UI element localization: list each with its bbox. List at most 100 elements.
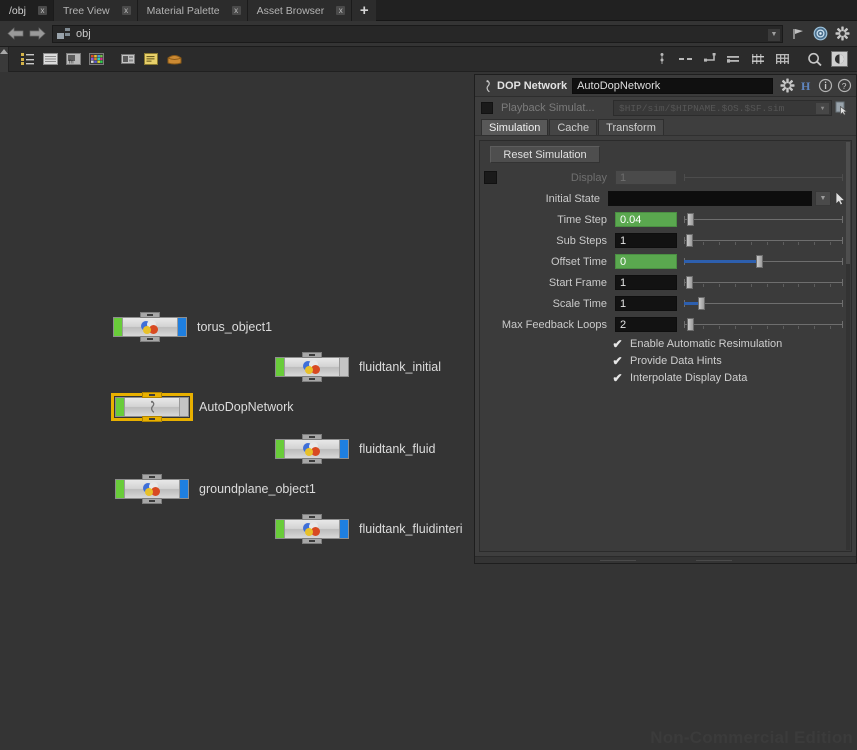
display-slider[interactable] xyxy=(684,170,843,185)
node-input-connector[interactable] xyxy=(302,514,322,520)
node-body[interactable] xyxy=(275,352,349,382)
gear-icon[interactable] xyxy=(778,77,797,95)
node-fluidtank-initial[interactable]: fluidtank_initial xyxy=(275,352,441,382)
path-dropdown-icon[interactable]: ▼ xyxy=(768,28,780,41)
toggle-interpolate-display-data[interactable]: ✔ Interpolate Display Data xyxy=(480,369,851,386)
node-input-connector[interactable] xyxy=(140,312,160,318)
node-display-flag[interactable] xyxy=(116,398,125,416)
max-feedback-loops-slider[interactable] xyxy=(684,317,843,332)
offset-time-slider[interactable] xyxy=(684,254,843,269)
node-fluidtank-fluidinterior[interactable]: fluidtank_fluidinteri xyxy=(275,514,463,544)
back-arrow-icon[interactable] xyxy=(4,24,26,44)
node-render-flag[interactable] xyxy=(177,318,186,336)
scale-time-slider[interactable] xyxy=(684,296,843,311)
node-body[interactable] xyxy=(115,474,189,504)
snapshot-icon[interactable]: fn xyxy=(63,50,83,69)
toggle-enable-automatic-resimulation[interactable]: ✔ Enable Automatic Resimulation xyxy=(480,335,851,352)
offset-time-input[interactable]: 0 xyxy=(615,254,677,269)
display-options-icon[interactable] xyxy=(829,50,849,69)
node-input-connector[interactable] xyxy=(142,392,162,398)
node-output-connector[interactable] xyxy=(302,538,322,544)
scale-time-input[interactable]: 1 xyxy=(615,296,677,311)
tab-transform[interactable]: Transform xyxy=(598,119,664,135)
node-render-flag[interactable] xyxy=(179,480,188,498)
time-step-input[interactable]: 0.04 xyxy=(615,212,677,227)
node-body[interactable] xyxy=(113,312,187,342)
color-palette-icon[interactable] xyxy=(86,50,106,69)
houdini-h-icon[interactable]: H xyxy=(797,77,816,95)
node-output-connector[interactable] xyxy=(140,336,160,342)
node-fluidtank-fluid[interactable]: fluidtank_fluid xyxy=(275,434,435,464)
node-input-connector[interactable] xyxy=(142,474,162,480)
node-body[interactable] xyxy=(275,434,349,464)
node-render-flag[interactable] xyxy=(179,398,188,416)
toggle-provide-data-hints[interactable]: ✔ Provide Data Hints xyxy=(480,352,851,369)
tab-close-icon[interactable]: x xyxy=(336,6,346,15)
tab-close-icon[interactable]: x xyxy=(231,6,241,15)
tab-obj[interactable]: /obj x xyxy=(0,0,54,21)
start-frame-slider[interactable] xyxy=(684,275,843,290)
tab-close-icon[interactable]: x xyxy=(37,6,47,15)
tab-simulation[interactable]: Simulation xyxy=(481,119,549,135)
toolbar-scroll-up[interactable] xyxy=(0,46,9,72)
node-groundplane-object1[interactable]: groundplane_object1 xyxy=(115,474,316,504)
node-dots-icon[interactable] xyxy=(652,50,672,69)
tab-close-icon[interactable]: x xyxy=(121,6,131,15)
gear-icon[interactable] xyxy=(831,24,853,44)
tab-tree-view[interactable]: Tree View x xyxy=(53,0,138,21)
chevron-down-icon[interactable]: ▼ xyxy=(815,191,831,206)
node-display-flag[interactable] xyxy=(276,358,285,376)
node-output-connector[interactable] xyxy=(302,458,322,464)
sub-steps-slider[interactable] xyxy=(684,233,843,248)
node-render-flag[interactable] xyxy=(339,358,348,376)
tab-cache[interactable]: Cache xyxy=(549,119,598,135)
node-render-flag[interactable] xyxy=(339,520,348,538)
file-picker-icon[interactable] xyxy=(832,101,852,116)
display-checkbox[interactable] xyxy=(484,171,497,184)
node-display-flag[interactable] xyxy=(276,520,285,538)
pin-icon[interactable] xyxy=(787,24,809,44)
forward-arrow-icon[interactable] xyxy=(26,24,48,44)
add-tab-button[interactable]: + xyxy=(352,0,377,21)
grid-snap-icon[interactable] xyxy=(748,50,768,69)
node-render-flag[interactable] xyxy=(339,440,348,458)
node-name-input[interactable]: AutoDopNetwork xyxy=(572,77,773,94)
layout-icon[interactable] xyxy=(118,50,138,69)
max-feedback-loops-input[interactable]: 2 xyxy=(615,317,677,332)
node-output-connector[interactable] xyxy=(142,416,162,422)
tab-asset-browser[interactable]: Asset Browser x xyxy=(247,0,353,21)
playback-path-input[interactable]: $HIP/sim/$HIPNAME.$OS.$SF.sim ▼ xyxy=(613,100,832,116)
node-output-connector[interactable] xyxy=(302,376,322,382)
node-torus-object1[interactable]: torus_object1 xyxy=(113,312,272,342)
notes-icon[interactable] xyxy=(141,50,161,69)
parameter-scrollbar[interactable] xyxy=(846,142,850,550)
node-input-connector[interactable] xyxy=(302,352,322,358)
node-input-connector[interactable] xyxy=(302,434,322,440)
parameter-pane-resize-handle[interactable] xyxy=(475,556,856,563)
zoom-icon[interactable] xyxy=(805,50,825,69)
bundle-icon[interactable] xyxy=(164,50,184,69)
node-autodopnetwork[interactable]: AutoDopNetwork xyxy=(111,392,294,422)
info-icon[interactable] xyxy=(816,77,835,95)
node-output-connector[interactable] xyxy=(142,498,162,504)
node-display-flag[interactable] xyxy=(276,440,285,458)
tab-material-palette[interactable]: Material Palette x xyxy=(137,0,248,21)
playback-checkbox[interactable] xyxy=(481,102,493,114)
list-view-icon[interactable] xyxy=(40,50,60,69)
grid-icon[interactable] xyxy=(772,50,792,69)
sub-steps-input[interactable]: 1 xyxy=(615,233,677,248)
wire-bend-icon[interactable] xyxy=(700,50,720,69)
tree-view-icon[interactable] xyxy=(17,50,37,69)
dash-dash-icon[interactable] xyxy=(676,50,696,69)
help-icon[interactable]: ? xyxy=(835,77,854,95)
node-body[interactable] xyxy=(275,514,349,544)
time-step-slider[interactable] xyxy=(684,212,843,227)
path-input[interactable]: obj ▼ xyxy=(52,24,783,43)
wire-straight-icon[interactable] xyxy=(724,50,744,69)
start-frame-input[interactable]: 1 xyxy=(615,275,677,290)
reset-simulation-button[interactable]: Reset Simulation xyxy=(490,146,600,163)
initial-state-input[interactable] xyxy=(608,191,812,206)
node-display-flag[interactable] xyxy=(114,318,123,336)
target-icon[interactable] xyxy=(809,24,831,44)
display-value-input[interactable]: 1 xyxy=(615,170,677,185)
